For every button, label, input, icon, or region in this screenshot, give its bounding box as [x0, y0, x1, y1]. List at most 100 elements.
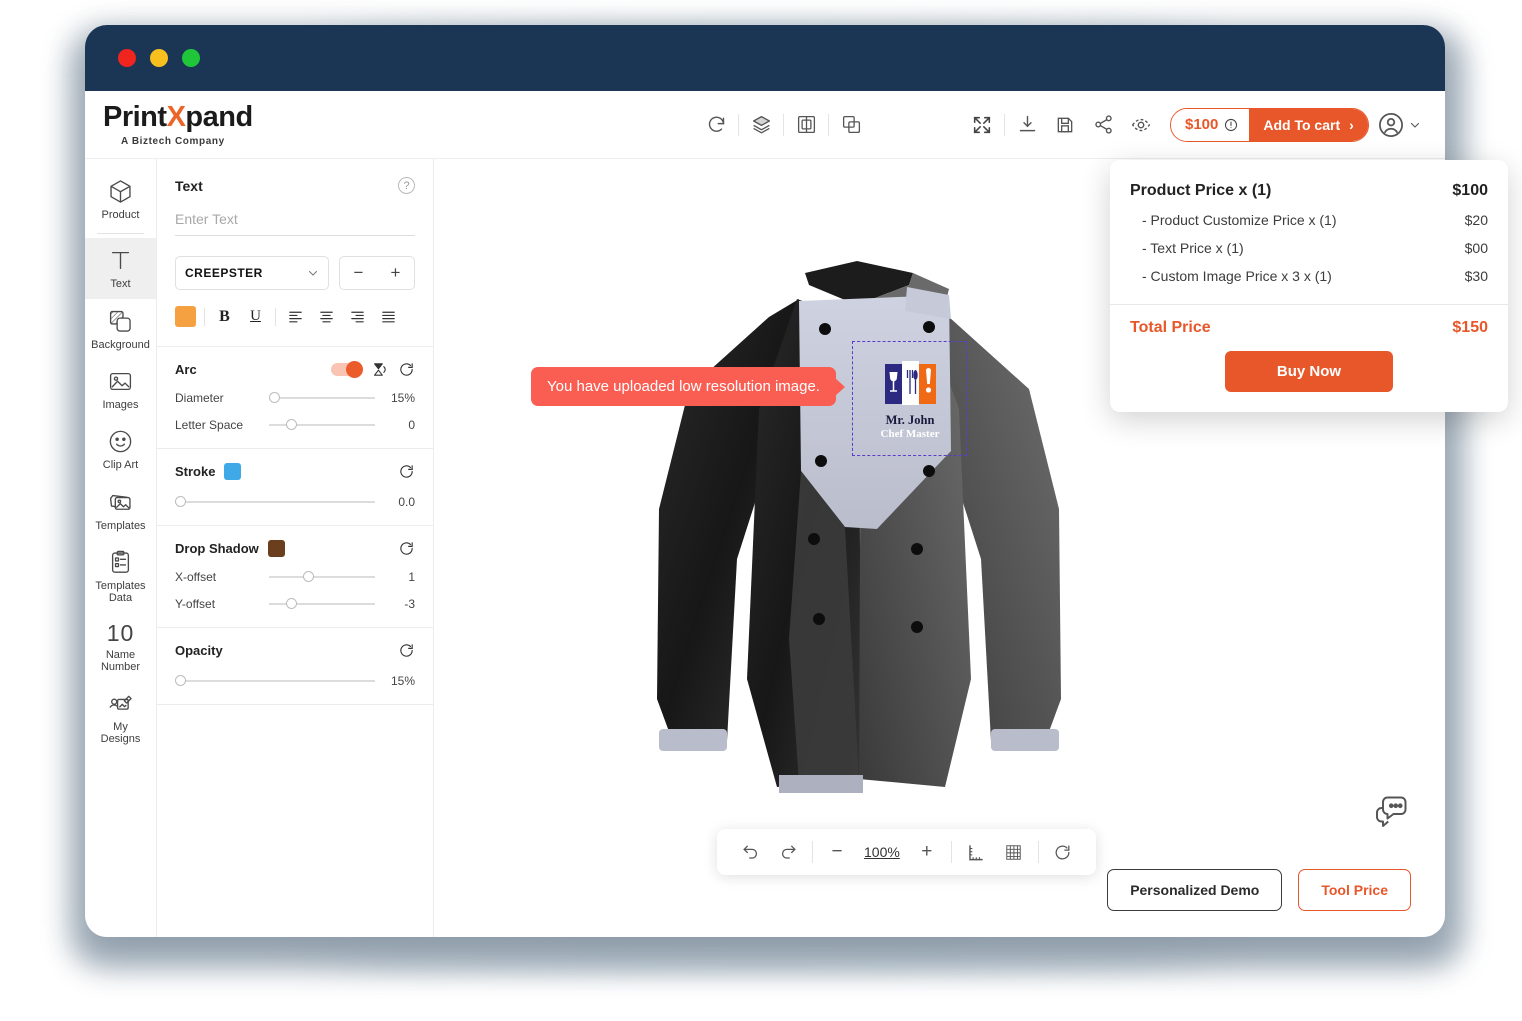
layers-icon[interactable]: [742, 106, 780, 144]
x-offset-slider[interactable]: [269, 571, 375, 582]
price-chip[interactable]: $100: [1171, 108, 1250, 141]
divider: [828, 113, 829, 136]
cta-row: Personalized Demo Tool Price: [1107, 869, 1411, 911]
font-size-increase-button[interactable]: +: [391, 263, 401, 283]
flip-vertical-icon[interactable]: [371, 361, 388, 378]
divider: [783, 113, 784, 136]
reset-icon[interactable]: [398, 463, 415, 480]
price-row-amount: $20: [1464, 212, 1488, 228]
format-row: B U: [175, 305, 415, 328]
zoom-out-button[interactable]: −: [820, 835, 854, 869]
brand-name-part1: Print: [103, 100, 167, 133]
bold-button[interactable]: B: [213, 305, 236, 328]
sidebar-item-templates[interactable]: Templates: [85, 480, 156, 540]
add-to-cart-label: Add To cart: [1263, 116, 1341, 133]
screenshot-stage: PrintXpand A Biztech Company $100 Add To…: [0, 0, 1522, 1021]
download-icon[interactable]: [1008, 106, 1046, 144]
help-question-icon[interactable]: ?: [398, 177, 415, 194]
align-justify-icon[interactable]: [377, 305, 400, 328]
y-offset-slider[interactable]: [269, 598, 375, 609]
account-menu[interactable]: [1377, 111, 1421, 139]
font-family-select[interactable]: CREEPSTER: [175, 256, 329, 290]
stroke-width-row: 0.0: [175, 495, 415, 509]
design-name-line2: Chef Master: [881, 428, 940, 440]
font-size-stepper[interactable]: − +: [339, 256, 415, 290]
align-right-icon[interactable]: [346, 305, 369, 328]
buy-now-button[interactable]: Buy Now: [1224, 351, 1394, 392]
sidebar-item-clip-art[interactable]: Clip Art: [85, 419, 156, 479]
sidebar-item-background[interactable]: Background: [85, 299, 156, 359]
divider: [812, 841, 813, 863]
price-row-amount: $00: [1464, 240, 1488, 256]
window-minimize-button[interactable]: [150, 49, 168, 67]
sidebar-item-my-designs[interactable]: My Designs: [85, 681, 156, 754]
x-offset-row: X-offset 1: [175, 570, 415, 584]
add-to-cart-button[interactable]: Add To cart ›: [1249, 108, 1368, 141]
preview-eye-icon[interactable]: [1122, 106, 1160, 144]
x-offset-value: 1: [408, 570, 415, 584]
font-size-decrease-button[interactable]: −: [354, 263, 364, 283]
reset-icon[interactable]: [1046, 835, 1080, 869]
text-t-icon: [107, 247, 134, 274]
reset-history-icon[interactable]: [697, 106, 735, 144]
align-left-icon[interactable]: [284, 305, 307, 328]
total-price-label: Total Price: [1130, 319, 1211, 336]
sidebar-item-product[interactable]: Product: [85, 169, 156, 229]
opacity-section: Opacity 15%: [157, 628, 433, 705]
divider: [275, 307, 276, 326]
chat-bubble-icon[interactable]: [1373, 793, 1411, 829]
brand-logo[interactable]: PrintXpand A Biztech Company: [85, 100, 275, 147]
design-selection-box[interactable]: Mr. John Chef Master: [852, 341, 967, 456]
price-row-label: - Custom Image Price x 3 x (1): [1142, 268, 1332, 284]
low-resolution-warning-tooltip: You have uploaded low resolution image.: [531, 367, 836, 406]
arc-letter-space-slider[interactable]: [269, 419, 375, 430]
arc-diameter-slider[interactable]: [269, 392, 375, 403]
stroke-color-swatch[interactable]: [224, 463, 242, 480]
sidebar-item-images[interactable]: Images: [85, 359, 156, 419]
window-maximize-button[interactable]: [182, 49, 200, 67]
sidebar-item-label: Background: [91, 338, 150, 351]
reset-icon[interactable]: [398, 361, 415, 378]
arc-letter-space-value: 0: [408, 418, 415, 432]
divider: [1037, 841, 1039, 863]
info-icon[interactable]: [1224, 118, 1238, 132]
window-close-button[interactable]: [118, 49, 136, 67]
duplicate-icon[interactable]: [832, 106, 870, 144]
text-input[interactable]: [175, 198, 415, 236]
align-center-icon[interactable]: [315, 305, 338, 328]
brand-name-x: X: [166, 100, 186, 133]
fullscreen-icon[interactable]: [963, 106, 1001, 144]
stroke-width-slider[interactable]: [175, 496, 375, 507]
reset-icon[interactable]: [398, 540, 415, 557]
sidebar-item-templates-data[interactable]: Templates Data: [85, 540, 156, 613]
divider: [950, 841, 952, 863]
align-objects-icon[interactable]: [787, 106, 825, 144]
tool-price-button[interactable]: Tool Price: [1298, 869, 1411, 911]
arc-toggle[interactable]: [331, 361, 363, 378]
ruler-icon[interactable]: [959, 835, 993, 869]
zoom-in-button[interactable]: +: [910, 835, 944, 869]
cube-icon: [107, 178, 134, 205]
redo-icon[interactable]: [771, 835, 805, 869]
price-row-customize: - Product Customize Price x (1) $20: [1130, 206, 1488, 234]
opacity-slider[interactable]: [175, 675, 375, 686]
drop-shadow-color-swatch[interactable]: [267, 540, 285, 557]
sidebar-item-label: Name Number: [100, 648, 141, 673]
underline-button[interactable]: U: [244, 305, 267, 328]
sidebar-item-text[interactable]: Text: [85, 238, 156, 299]
templates-icon: [107, 489, 134, 516]
zoom-level-value[interactable]: 100%: [858, 844, 906, 860]
personalized-demo-button[interactable]: Personalized Demo: [1107, 869, 1283, 911]
price-rows: Product Price x (1) $100 - Product Custo…: [1110, 160, 1508, 304]
grid-icon[interactable]: [997, 835, 1031, 869]
undo-icon[interactable]: [733, 835, 767, 869]
share-icon[interactable]: [1084, 106, 1122, 144]
app-header: PrintXpand A Biztech Company $100 Add To…: [85, 91, 1445, 159]
text-color-swatch[interactable]: [175, 306, 196, 327]
save-icon[interactable]: [1046, 106, 1084, 144]
sidebar-item-name-number[interactable]: 10 Name Number: [85, 613, 156, 682]
chef-logo-icon[interactable]: Mr. John Chef Master: [853, 342, 968, 457]
arc-diameter-value: 15%: [390, 391, 415, 405]
total-price-amount: $150: [1452, 319, 1488, 336]
reset-icon[interactable]: [398, 642, 415, 659]
